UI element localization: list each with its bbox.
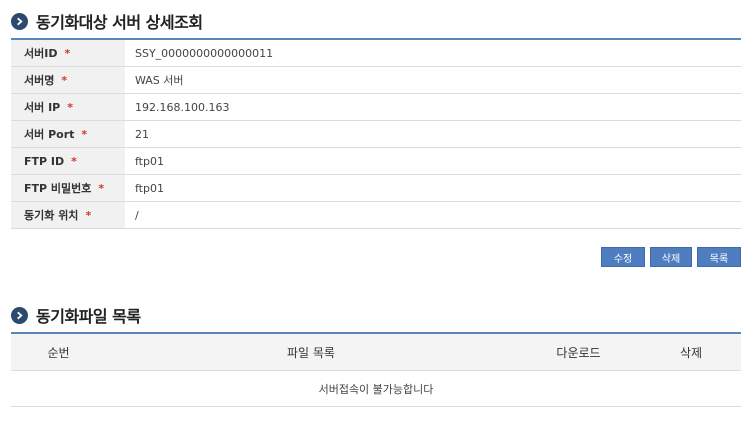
chevron-right-circle-icon xyxy=(11,12,28,30)
label-sync-location: 동기화 위치 * xyxy=(11,202,125,228)
value-server-port: 21 xyxy=(135,127,149,141)
required-mark: * xyxy=(64,46,71,60)
required-mark: * xyxy=(61,73,68,87)
file-list-table: 순번 파일 목록 다운로드 삭제 서버접속이 불가능합니다 xyxy=(11,332,741,407)
required-mark: * xyxy=(81,127,88,141)
value-server-ip: 192.168.100.163 xyxy=(135,100,230,114)
label-ftp-id: FTP ID * xyxy=(11,148,125,174)
table-header: 순번 파일 목록 다운로드 삭제 xyxy=(11,334,741,371)
value-ftp-password: ftp01 xyxy=(135,181,164,195)
label-server-port: 서버 Port * xyxy=(11,121,125,147)
label-server-id: 서버ID * xyxy=(11,40,125,66)
row-server-id: 서버ID * SSY_0000000000000011 xyxy=(11,40,741,67)
list-button[interactable]: 목록 xyxy=(697,247,741,267)
row-sync-location: 동기화 위치 * / xyxy=(11,202,741,229)
edit-button[interactable]: 수정 xyxy=(601,247,645,267)
server-detail-table: 서버ID * SSY_0000000000000011 서버명 * WAS 서버 서… xyxy=(11,38,741,229)
server-detail-heading: 동기화대상 서버 상세조회 xyxy=(11,9,203,33)
col-header-delete: 삭제 xyxy=(679,345,703,360)
value-ftp-id: ftp01 xyxy=(135,154,164,168)
label-ftp-password: FTP 비밀번호 * xyxy=(11,175,125,201)
col-header-download: 다운로드 xyxy=(556,345,601,360)
required-mark: * xyxy=(67,100,73,114)
value-server-id: SSY_0000000000000011 xyxy=(135,46,274,60)
col-header-no: 순번 xyxy=(47,345,70,360)
delete-button[interactable]: 삭제 xyxy=(650,247,692,267)
empty-message: 서버접속이 불가능합니다 xyxy=(318,382,434,396)
action-buttons: 수정 삭제 목록 xyxy=(601,247,741,267)
file-list-title: 동기화파일 목록 xyxy=(36,307,141,326)
row-server-ip: 서버 IP * 192.168.100.163 xyxy=(11,94,741,121)
file-list-heading: 동기화파일 목록 xyxy=(11,303,141,327)
label-server-name: 서버명 * xyxy=(11,67,125,93)
required-mark: * xyxy=(85,208,92,222)
value-server-name: WAS 서버 xyxy=(135,74,184,87)
row-ftp-id: FTP ID * ftp01 xyxy=(11,148,741,175)
chevron-right-circle-icon xyxy=(11,306,28,324)
row-server-port: 서버 Port * 21 xyxy=(11,121,741,148)
row-ftp-password: FTP 비밀번호 * ftp01 xyxy=(11,175,741,202)
empty-message-row: 서버접속이 불가능합니다 xyxy=(11,371,741,407)
required-mark: * xyxy=(71,154,77,168)
col-header-file-list: 파일 목록 xyxy=(287,345,335,360)
row-server-name: 서버명 * WAS 서버 xyxy=(11,67,741,94)
label-server-ip: 서버 IP * xyxy=(11,94,125,120)
server-detail-title: 동기화대상 서버 상세조회 xyxy=(36,13,203,32)
required-mark: * xyxy=(98,181,105,195)
value-sync-location: / xyxy=(135,208,139,222)
